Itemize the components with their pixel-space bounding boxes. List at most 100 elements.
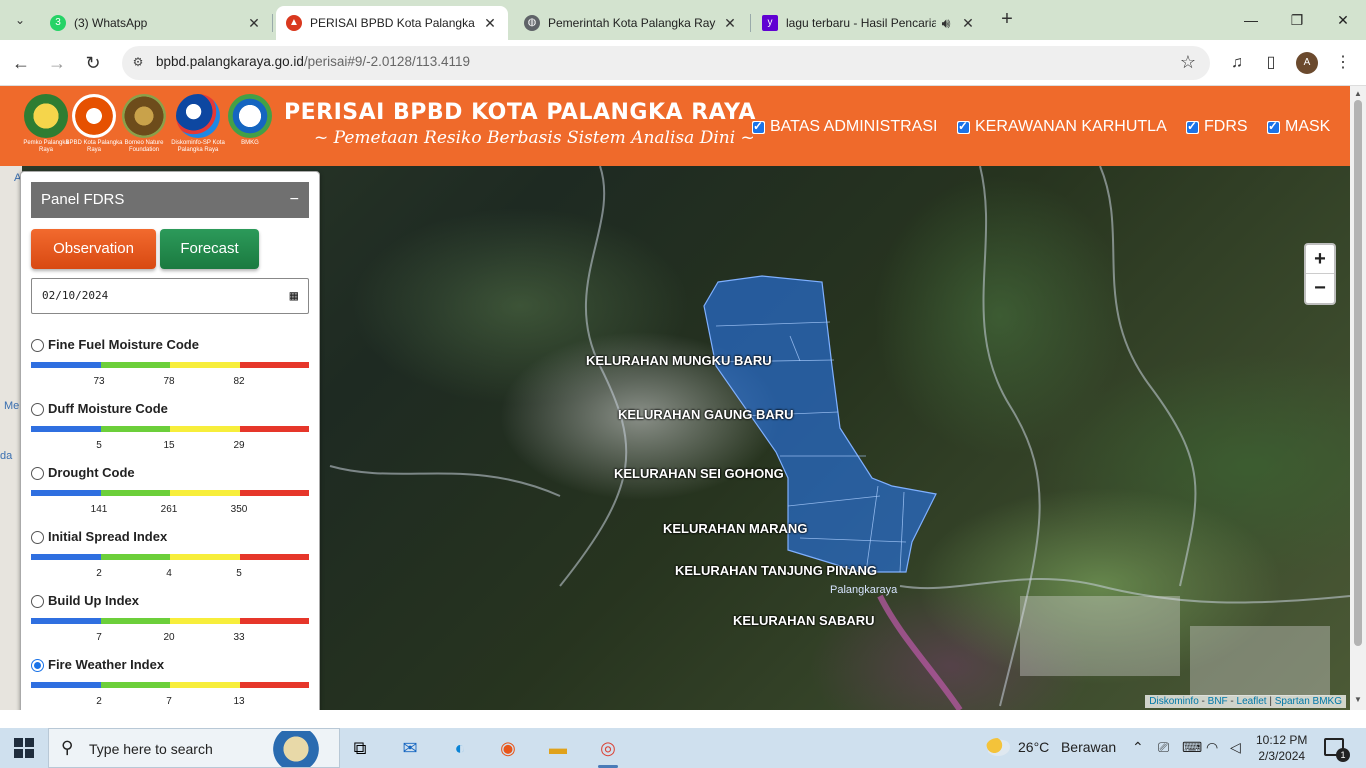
fdrs-index-row[interactable]: Drought Code 141 261 350 [31,464,309,524]
zoom-in-button[interactable]: + [1306,245,1334,274]
forecast-button[interactable]: Forecast [160,229,259,269]
site-info-icon[interactable]: ⚙ [130,55,146,71]
search-placeholder: Type here to search [89,741,213,757]
language-icon[interactable]: ⌨ [1182,739,1202,756]
tab-close-icon[interactable]: ✕ [722,15,738,32]
back-arrow-icon[interactable]: ← [8,50,34,76]
scale-segment [31,362,101,368]
layer-toggle-mask[interactable]: MASK [1267,118,1330,136]
weather-widget[interactable]: 26°C Berawan [986,738,1116,756]
file-explorer-icon[interactable]: ▬ [544,734,572,762]
url-text[interactable]: bpbd.palangkaraya.go.id/perisai#9/-2.012… [156,54,470,69]
scrollbar-thumb[interactable] [1354,100,1362,646]
layer-toggle-kerawanan-karhutla[interactable]: KERAWANAN KARHUTLA [957,118,1167,136]
scale-segment [100,426,170,432]
observation-button[interactable]: Observation [31,229,156,269]
tab-close-icon[interactable]: ✕ [482,15,498,32]
meet-now-icon[interactable]: ⎚ [1158,739,1169,756]
tab-pemerintah[interactable]: ◍ Pemerintah Kota Palangka Raya ✕ [514,6,748,40]
layer-toggle-fdrs[interactable]: FDRS [1186,118,1248,136]
attribution-separator: | [1266,696,1275,707]
tab-perisai[interactable]: ▲ PERISAI BPBD Kota Palangka Raya ✕ [276,6,508,40]
radio-unselected-icon[interactable] [31,403,44,416]
scale-segment [100,554,170,560]
scale-segment [31,618,101,624]
calendar-icon[interactable]: ▦ [290,279,298,313]
mail-icon[interactable]: ✉ [396,734,424,762]
profile-avatar[interactable]: A [1296,52,1318,74]
color-scale-bar [31,554,309,560]
date-input[interactable]: 02/10/2024 ▦ [31,278,309,314]
color-scale-bar [31,618,309,624]
index-name: Initial Spread Index [48,529,168,544]
radio-unselected-icon[interactable] [31,595,44,608]
volume-icon[interactable]: ◁ [1230,739,1241,756]
media-controls-icon[interactable]: ♫ [1226,52,1248,74]
new-tab-button[interactable]: + [996,8,1018,30]
taskbar-clock[interactable]: 10:12 PM 2/3/2024 [1256,732,1307,764]
attribution-link[interactable]: BNF [1208,696,1228,707]
wifi-icon[interactable]: ◠ [1206,739,1218,756]
scale-segment [100,490,170,496]
tab-yahoo[interactable]: y lagu terbaru - Hasil Pencarian 🔊︎ ✕ [752,6,986,40]
windows-taskbar: ⚲ Type here to search ⧉ ✉ ◐ ◉ ▬ ◎ 26°C B… [0,728,1366,768]
leaflet-link[interactable]: Leaflet [1237,696,1267,707]
field-block [1020,596,1180,676]
scale-segment [170,490,240,496]
fdrs-index-row[interactable]: Initial Spread Index 2 4 5 [31,528,309,588]
collapse-icon[interactable]: − [290,182,299,218]
fdrs-index-row[interactable]: Fire Weather Index 2 7 13 [31,656,309,710]
speaker-icon[interactable]: 🔊︎ [938,15,954,32]
scale-segment [31,554,101,560]
clock-time: 10:12 PM [1256,733,1308,747]
bpbd-logo-icon [72,94,116,138]
whatsapp-icon: 3 [50,15,66,31]
fdrs-index-row[interactable]: Build Up Index 7 20 33 [31,592,309,652]
radio-unselected-icon[interactable] [31,531,44,544]
side-panel-icon[interactable]: ▯ [1260,52,1282,74]
tab-search-chevron-icon[interactable]: ⌄ [8,8,32,32]
bookmark-star-icon[interactable]: ☆ [1180,52,1196,73]
radio-selected-icon[interactable] [31,659,44,672]
taskbar-search[interactable]: ⚲ Type here to search [48,728,340,768]
address-bar[interactable]: ⚙ bpbd.palangkaraya.go.id/perisai#9/-2.0… [122,46,1210,80]
attribution-link[interactable]: Spartan BMKG [1275,696,1342,707]
fdrs-index-row[interactable]: Fine Fuel Moisture Code 73 78 82 [31,336,309,396]
restore-icon[interactable]: ❐ [1274,0,1320,40]
task-view-icon[interactable]: ⧉ [346,734,374,762]
firefox-icon[interactable]: ◉ [494,734,522,762]
zoom-out-button[interactable]: − [1306,274,1334,303]
tab-close-icon[interactable]: ✕ [960,15,976,32]
minimize-icon[interactable]: — [1228,0,1274,40]
attribution-link[interactable]: Diskominfo [1149,696,1198,707]
checkbox-checked-icon[interactable] [752,119,765,134]
radio-unselected-icon[interactable] [31,339,44,352]
layer-label: BATAS ADMINISTRASI [770,118,938,135]
color-scale-bar [31,426,309,432]
tab-title: (3) WhatsApp [74,16,148,30]
menu-kebab-icon[interactable]: ⋮ [1332,52,1354,74]
scroll-up-icon[interactable]: ▲ [1354,90,1362,98]
close-window-icon[interactable]: ✕ [1320,0,1366,40]
forward-arrow-icon[interactable]: → [44,50,70,76]
scroll-down-icon[interactable]: ▼ [1354,696,1362,704]
checkbox-checked-icon[interactable] [957,119,970,134]
notification-icon[interactable]: 1 [1324,738,1350,762]
clock-date: 2/3/2024 [1258,749,1306,763]
fdrs-index-row[interactable]: Duff Moisture Code 5 15 29 [31,400,309,460]
checkbox-checked-icon[interactable] [1186,119,1199,134]
tab-close-icon[interactable]: ✕ [246,15,262,32]
page-scrollbar[interactable]: ▲ ▼ [1350,86,1366,710]
chrome-icon[interactable]: ◎ [594,734,622,768]
edge-browser-icon[interactable]: ◐ [446,734,474,762]
reload-icon[interactable]: ↻ [80,50,106,76]
tray-chevron-up-icon[interactable]: ⌃ [1132,739,1144,756]
radio-unselected-icon[interactable] [31,467,44,480]
panel-header[interactable]: Panel FDRS − [31,182,309,218]
scale-threshold-label: 7 [166,696,172,707]
windows-start-icon[interactable] [14,738,34,758]
layer-toggle-batas-administrasi[interactable]: BATAS ADMINISTRASI [752,118,937,136]
checkbox-checked-icon[interactable] [1267,119,1280,134]
scale-threshold-label: 82 [233,376,245,387]
tab-whatsapp[interactable]: 3 (3) WhatsApp ✕ [40,6,272,40]
